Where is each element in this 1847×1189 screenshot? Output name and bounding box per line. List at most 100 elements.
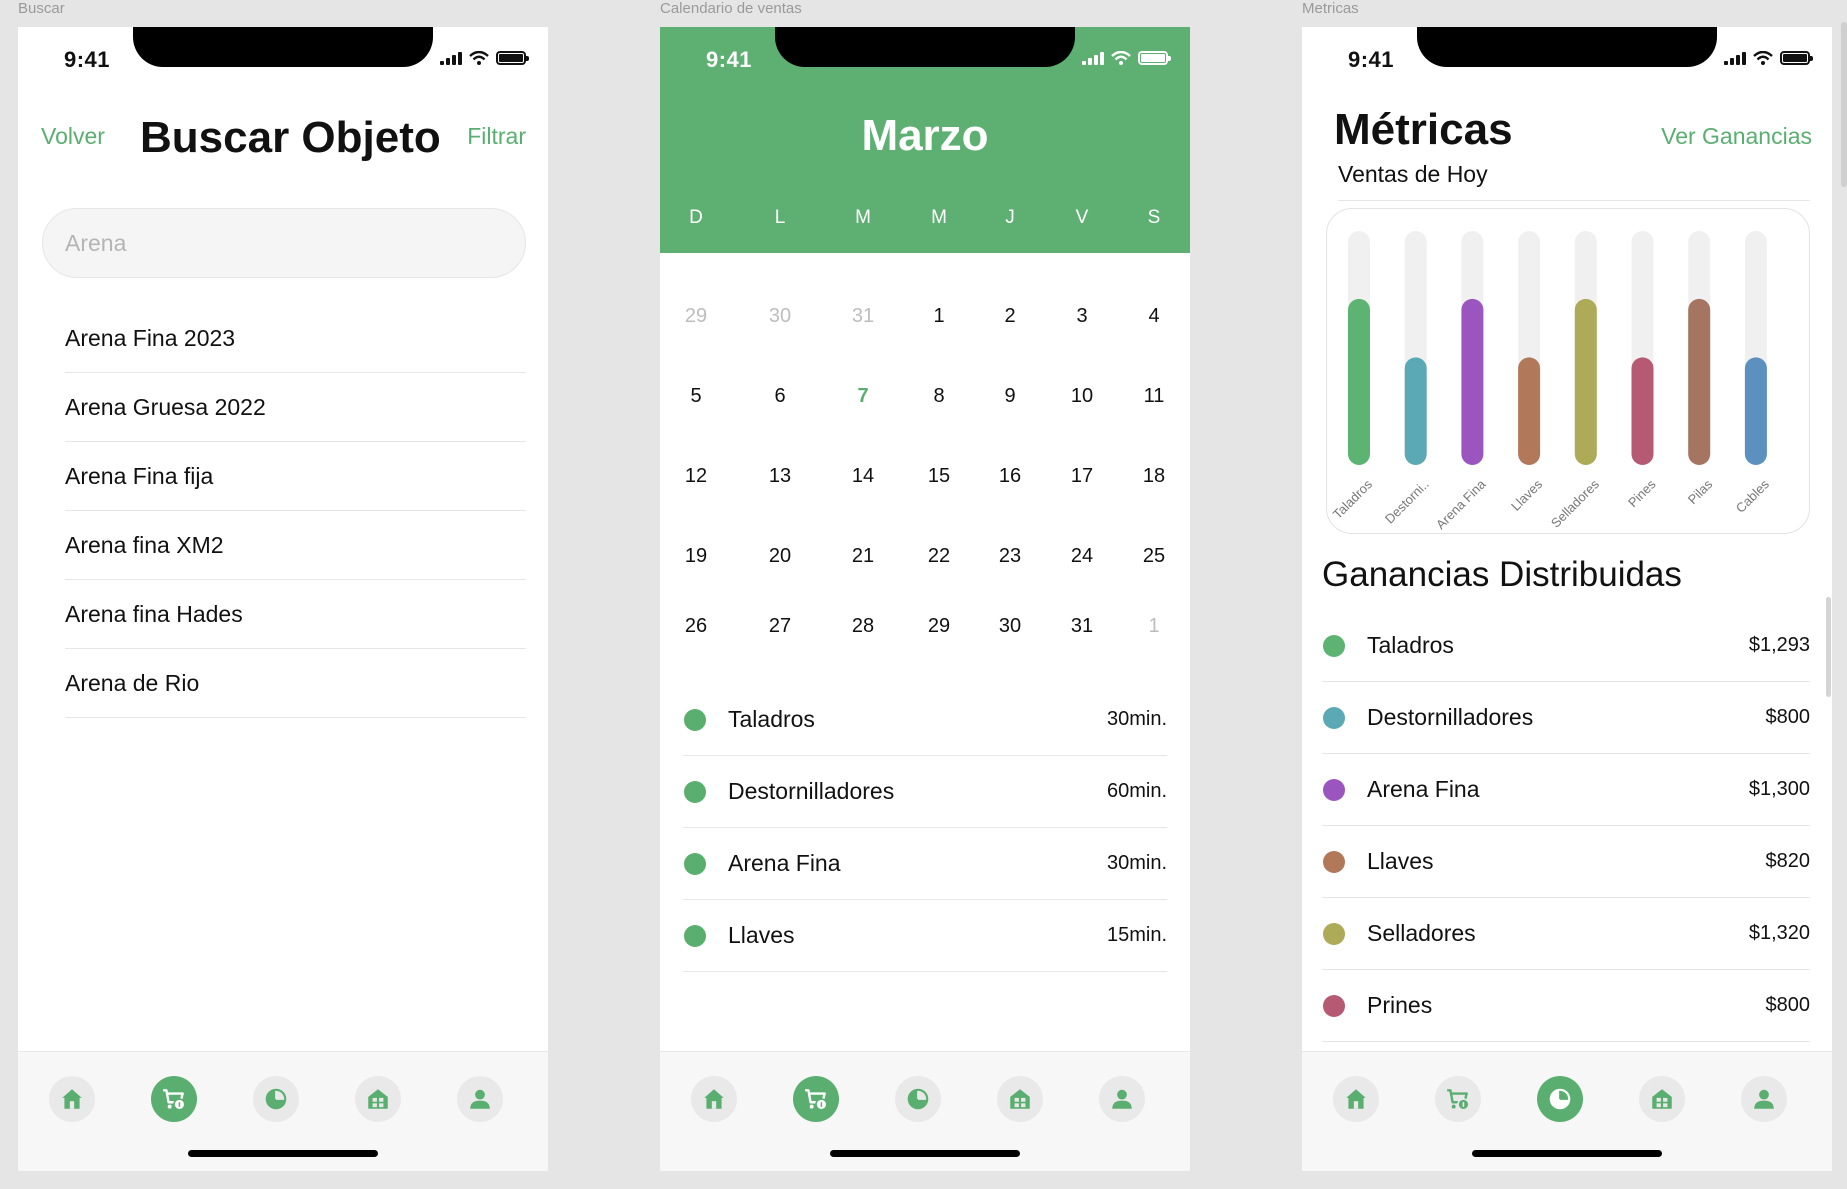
calendar-day[interactable]: 23	[980, 545, 1040, 568]
calendar-day[interactable]: 6	[750, 385, 810, 408]
calendar-day[interactable]: 29	[666, 305, 726, 328]
result-item[interactable]: Arena Fina 2023	[65, 304, 526, 373]
calendar-day[interactable]: 16	[980, 465, 1040, 488]
tab-user[interactable]	[1741, 1076, 1787, 1122]
earnings-label: Prines	[1367, 992, 1433, 1018]
calendar-day[interactable]: 11	[1124, 385, 1184, 408]
schedule-label: Destornilladores	[728, 778, 895, 804]
scrollbar[interactable]	[1826, 27, 1832, 1171]
chart-bar[interactable]	[1688, 298, 1711, 465]
status-dot	[684, 780, 706, 803]
tab-home[interactable]	[1333, 1076, 1379, 1122]
result-item[interactable]: Arena Fina fija	[65, 442, 526, 511]
schedule-item[interactable]: Taladros 30min.	[683, 684, 1167, 756]
earnings-item[interactable]: Llaves $820	[1322, 826, 1810, 898]
back-button[interactable]: Volver	[41, 123, 105, 150]
scrollbar-thumb[interactable]	[1826, 597, 1831, 697]
calendar-day[interactable]: 31	[833, 305, 893, 328]
schedule-item[interactable]: Destornilladores 60min.	[683, 756, 1167, 828]
result-item[interactable]: Arena fina XM2	[65, 511, 526, 580]
tab-pie-chart[interactable]	[895, 1076, 941, 1122]
chart-bar[interactable]	[1348, 298, 1370, 465]
calendar-day[interactable]: 21	[833, 545, 893, 568]
earnings-item[interactable]: Selladores $1,320	[1322, 898, 1810, 970]
calendar-day[interactable]: 7	[833, 385, 893, 408]
earnings-item[interactable]: Prines $800	[1322, 970, 1810, 1042]
signal-icon	[440, 51, 462, 65]
calendar-day[interactable]: 27	[750, 615, 810, 638]
tab-pie-chart[interactable]	[1537, 1076, 1583, 1122]
calendar-day[interactable]: 1	[1124, 615, 1184, 638]
calendar-day[interactable]: 17	[1052, 465, 1112, 488]
result-item[interactable]: Arena Gruesa 2022	[65, 373, 526, 442]
calendar-day[interactable]: 22	[909, 545, 969, 568]
calendar-day[interactable]: 24	[1052, 545, 1112, 568]
result-item[interactable]: Arena fina Hades	[65, 580, 526, 649]
wifi-icon	[469, 51, 489, 65]
tab-home[interactable]	[49, 1076, 95, 1122]
signal-icon	[1082, 51, 1104, 65]
tab-cart[interactable]	[793, 1076, 839, 1122]
status-bar: 9:41	[18, 27, 548, 97]
earnings-item[interactable]: Taladros $1,293	[1322, 610, 1810, 682]
calendar-day[interactable]: 18	[1124, 465, 1184, 488]
tab-store[interactable]	[1639, 1076, 1685, 1122]
weekday-row: DLMMJVS	[660, 207, 1190, 237]
cart-icon	[1447, 1089, 1470, 1111]
view-earnings-link[interactable]: Ver Ganancias	[1661, 123, 1812, 150]
page-scrollbar[interactable]	[1841, 22, 1847, 187]
category-color-dot	[1323, 706, 1345, 729]
pie-chart-icon	[265, 1088, 287, 1110]
earnings-item[interactable]: Destornilladores $800	[1322, 682, 1810, 754]
tab-store[interactable]	[355, 1076, 401, 1122]
chart-bar[interactable]	[1461, 298, 1484, 465]
calendar-day[interactable]: 20	[750, 545, 810, 568]
calendar-day[interactable]: 5	[666, 385, 726, 408]
calendar-day[interactable]: 4	[1124, 305, 1184, 328]
user-icon	[1112, 1089, 1132, 1109]
result-item[interactable]: Arena de Rio	[65, 649, 526, 718]
calendar-day[interactable]: 29	[909, 615, 969, 638]
calendar-day[interactable]: 19	[666, 545, 726, 568]
calendar-day[interactable]: 13	[750, 465, 810, 488]
search-input[interactable]	[42, 208, 526, 278]
earnings-item[interactable]: Arena Fina $1,300	[1322, 754, 1810, 826]
calendar-day[interactable]: 26	[666, 615, 726, 638]
calendar-day[interactable]: 15	[909, 465, 969, 488]
chart-bar[interactable]	[1744, 357, 1767, 465]
calendar-day[interactable]: 2	[980, 305, 1040, 328]
calendar-day[interactable]: 28	[833, 615, 893, 638]
calendar-day[interactable]: 14	[833, 465, 893, 488]
tab-user[interactable]	[457, 1076, 503, 1122]
calendar-day[interactable]: 30	[980, 615, 1040, 638]
calendar-day[interactable]: 31	[1052, 615, 1112, 638]
filter-button[interactable]: Filtrar	[467, 123, 526, 150]
tab-home[interactable]	[691, 1076, 737, 1122]
earnings-amount: $1,300	[1748, 778, 1810, 800]
chart-bar[interactable]	[1574, 298, 1597, 465]
x-tick-label: Selladores	[1548, 476, 1602, 530]
earnings-list: Taladros $1,293 Destornilladores $800 Ar…	[1322, 610, 1810, 1042]
schedule-item[interactable]: Llaves 15min.	[683, 900, 1167, 972]
tab-cart[interactable]	[151, 1076, 197, 1122]
calendar-day[interactable]: 10	[1052, 385, 1112, 408]
chart-bar[interactable]	[1404, 357, 1427, 465]
calendar-day[interactable]: 25	[1124, 545, 1184, 568]
tab-store[interactable]	[997, 1076, 1043, 1122]
calendar-day[interactable]: 30	[750, 305, 810, 328]
schedule-duration: 60min.	[1106, 780, 1167, 802]
earnings-label: Destornilladores	[1367, 704, 1534, 730]
tab-user[interactable]	[1099, 1076, 1145, 1122]
chart-bar[interactable]	[1631, 357, 1654, 465]
calendar-day[interactable]: 3	[1052, 305, 1112, 328]
tab-pie-chart[interactable]	[253, 1076, 299, 1122]
calendar-day[interactable]: 9	[980, 385, 1040, 408]
calendar-day[interactable]: 1	[909, 305, 969, 328]
status-dot	[684, 708, 706, 731]
schedule-item[interactable]: Arena Fina 30min.	[683, 828, 1167, 900]
chart-bar[interactable]	[1518, 357, 1541, 465]
calendar-day[interactable]: 8	[909, 385, 969, 408]
tab-cart[interactable]	[1435, 1076, 1481, 1122]
calendar-day[interactable]: 12	[666, 465, 726, 488]
earnings-amount: $1,320	[1748, 922, 1810, 944]
